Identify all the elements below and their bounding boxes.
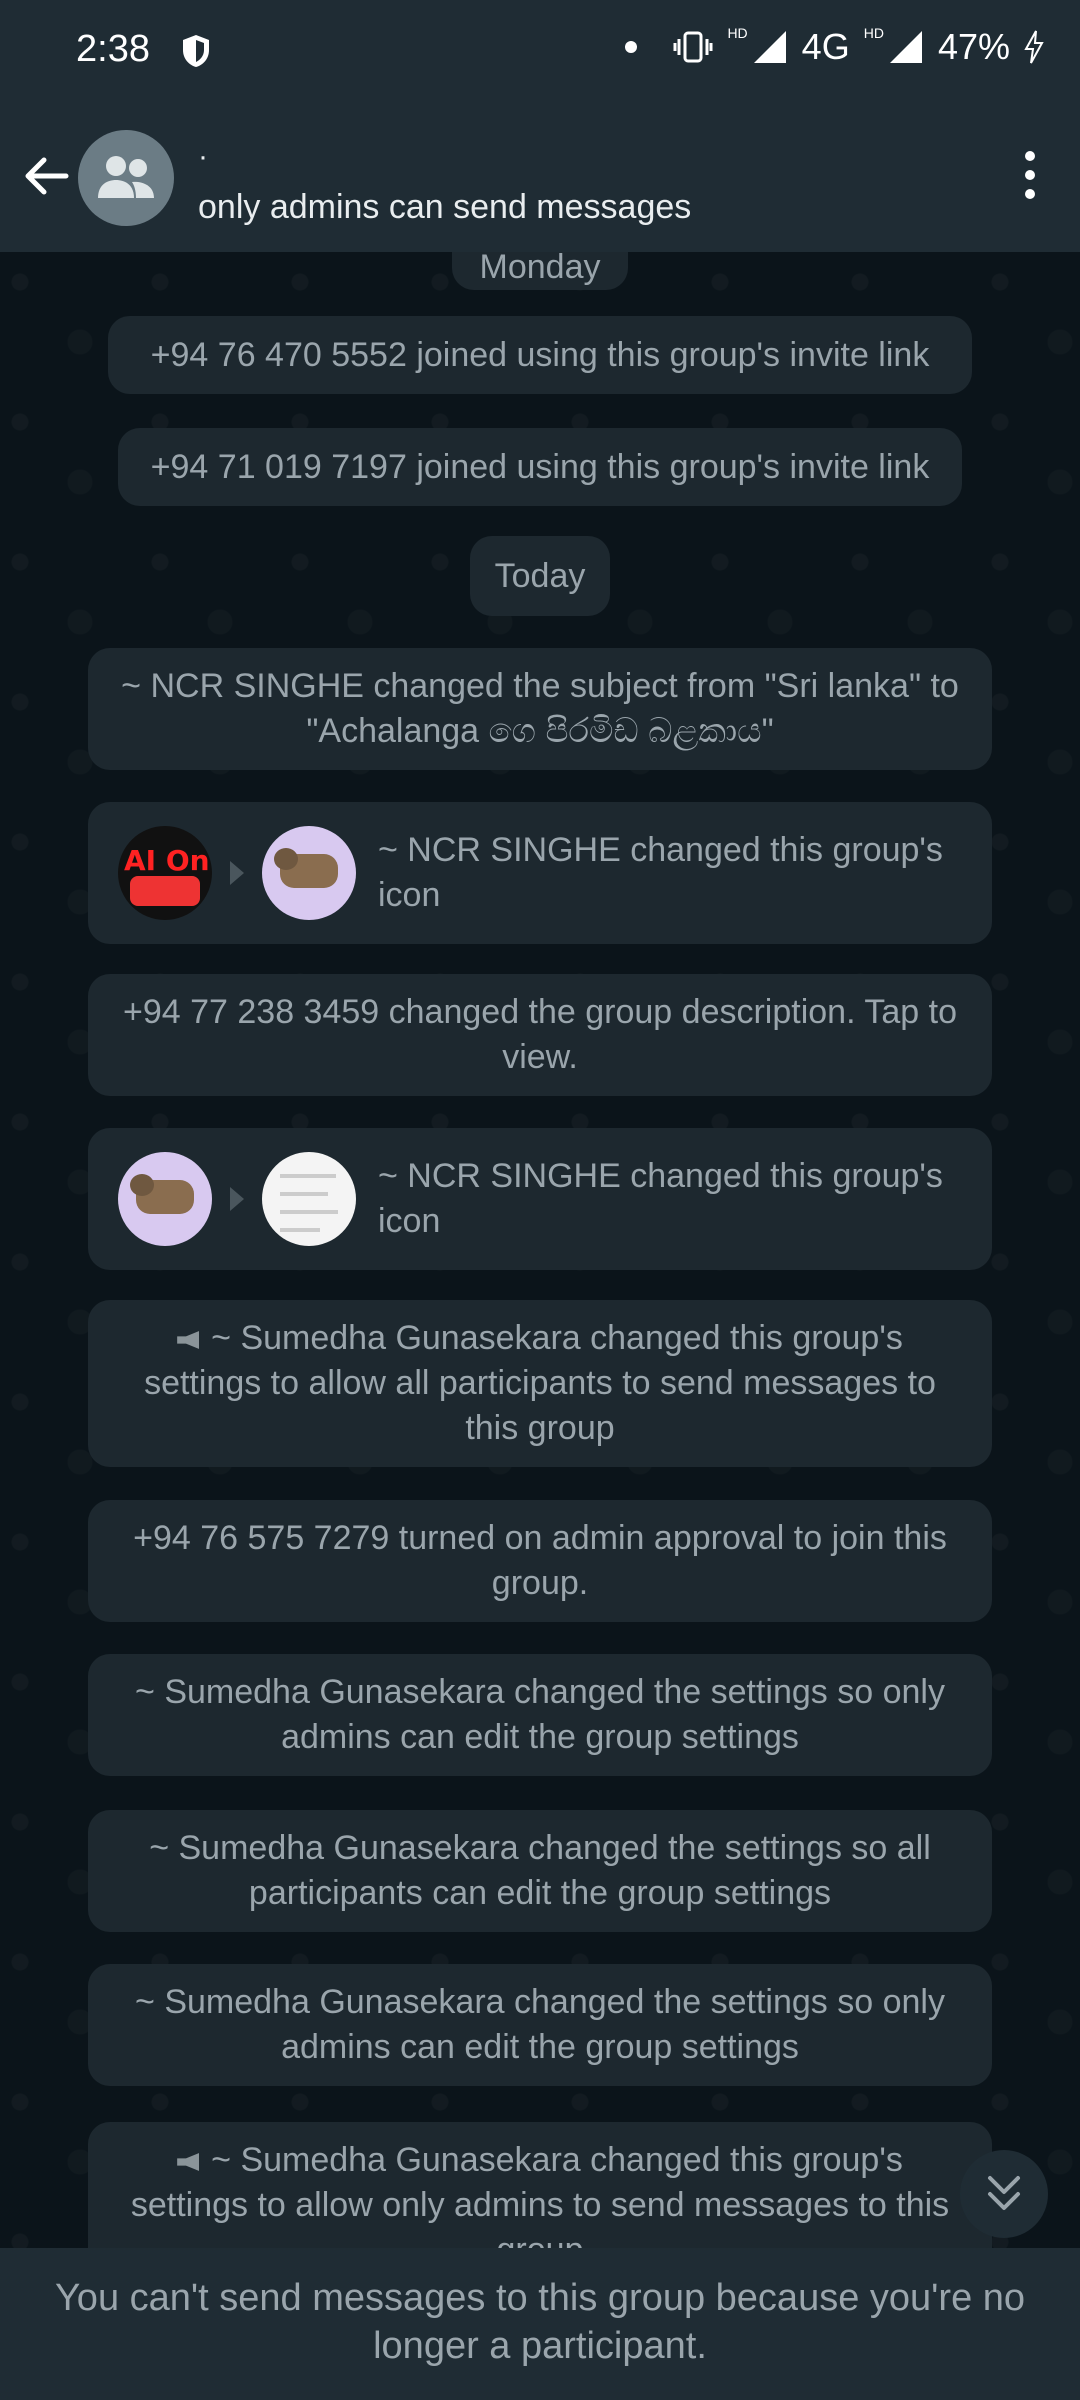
vibrate-icon <box>673 31 713 63</box>
system-message-join-2: +94 71 019 7197 joined using this group'… <box>118 428 962 506</box>
shot-line <box>280 1192 328 1196</box>
bull-head-2 <box>130 1174 154 1196</box>
group-subtitle[interactable]: only admins can send messages <box>198 188 691 227</box>
status-indicators: HD 4G HD 47% <box>625 25 1044 68</box>
system-message-icon-change-2[interactable]: ~ NCR SINGHE changed this group's icon <box>88 1128 992 1270</box>
system-message-only-admins-edit-1: ~ Sumedha Gunasekara changed the setting… <box>88 1654 992 1776</box>
chat-area[interactable]: Monday +94 76 470 5552 joined using this… <box>0 252 1080 2248</box>
system-message-settings-all-send: ~ Sumedha Gunasekara changed this group'… <box>88 1300 992 1467</box>
date-chip-monday: Monday <box>452 252 628 290</box>
battery-percent: 47% <box>937 26 1010 67</box>
system-message-join-1: +94 76 470 5552 joined using this group'… <box>108 316 972 394</box>
arrow-right-icon-2 <box>230 1187 244 1211</box>
status-time: 2:38 <box>76 28 150 70</box>
new-group-icon-image-2[interactable] <box>262 1152 356 1246</box>
hd-badge-2: HD <box>863 25 884 41</box>
new-group-icon-image[interactable] <box>262 826 356 920</box>
scroll-to-bottom-button[interactable] <box>960 2150 1048 2238</box>
old-group-icon-image[interactable]: AI On <box>118 826 212 920</box>
shot-line <box>280 1210 338 1214</box>
network-type: 4G <box>801 26 850 67</box>
group-icon <box>98 156 154 198</box>
battery-charging-icon <box>1024 30 1044 64</box>
status-bar: 2:38 HD 4G HD 47% <box>0 0 1080 100</box>
old-group-icon-badge <box>130 876 200 906</box>
bull-head <box>274 848 298 870</box>
settings-only-admins-send-text: ~ Sumedha Gunasekara changed this group'… <box>130 2141 950 2248</box>
icon-change-text-2: ~ NCR SINGHE changed this group's icon <box>378 1157 943 1240</box>
back-arrow-icon[interactable] <box>22 152 70 200</box>
megaphone-icon-2 <box>177 2153 200 2172</box>
shot-line <box>280 1228 320 1232</box>
double-chevron-down-icon <box>988 2176 1020 2210</box>
megaphone-icon <box>177 1331 200 1350</box>
icon-change-text: ~ NCR SINGHE changed this group's icon <box>378 831 943 914</box>
system-message-settings-only-admins-send: ~ Sumedha Gunasekara changed this group'… <box>88 2122 992 2248</box>
date-chip-today: Today <box>470 536 610 616</box>
system-message-description-change[interactable]: +94 77 238 3459 changed the group descri… <box>88 974 992 1096</box>
shot-line <box>280 1174 336 1178</box>
not-participant-notice: You can't send messages to this group be… <box>0 2248 1080 2400</box>
system-message-subject-change: ~ NCR SINGHE changed the subject from "S… <box>88 648 992 770</box>
system-message-only-admins-edit-2: ~ Sumedha Gunasekara changed the setting… <box>88 1964 992 2086</box>
chat-header: · only admins can send messages <box>0 100 1080 252</box>
old-group-icon-image-2[interactable] <box>118 1152 212 1246</box>
signal-icon-2 <box>889 31 922 63</box>
notification-dot-icon <box>625 41 638 53</box>
system-message-admin-approval: +94 76 575 7279 turned on admin approval… <box>88 1500 992 1622</box>
arrow-right-icon <box>230 861 244 885</box>
top-bar: 2:38 HD 4G HD 47% · only admins can send… <box>0 0 1080 252</box>
more-options-icon[interactable] <box>1024 150 1036 200</box>
group-name[interactable]: · <box>198 140 208 174</box>
group-avatar[interactable] <box>78 130 174 226</box>
system-message-all-edit: ~ Sumedha Gunasekara changed the setting… <box>88 1810 992 1932</box>
signal-icon <box>753 31 786 63</box>
system-message-icon-change-1[interactable]: AI On ~ NCR SINGHE changed this group's … <box>88 802 992 944</box>
settings-all-send-text: ~ Sumedha Gunasekara changed this group'… <box>144 1319 936 1447</box>
hd-badge: HD <box>727 25 748 41</box>
shield-icon <box>183 35 209 67</box>
